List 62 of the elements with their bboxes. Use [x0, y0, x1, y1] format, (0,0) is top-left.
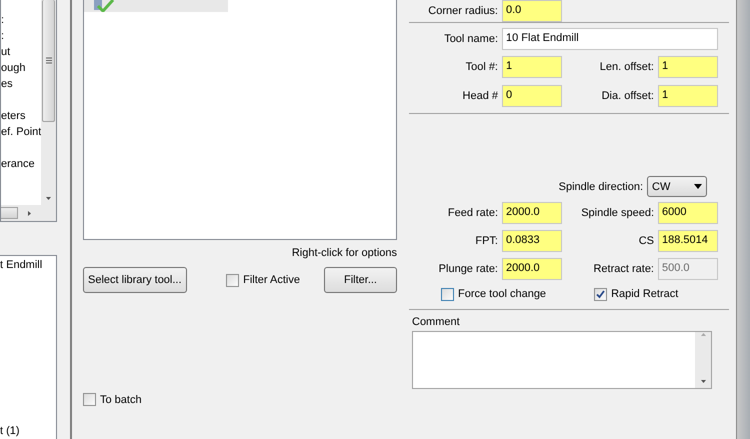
corner-radius-field[interactable]: 0.0	[502, 0, 562, 22]
checkbox[interactable]	[226, 274, 240, 286]
tree-item[interactable]: :	[1, 12, 4, 28]
field-label: Head #	[462, 90, 499, 102]
input-field[interactable]: 1	[658, 56, 718, 78]
input-field[interactable]: 2000.0	[502, 258, 562, 280]
input-field[interactable]: 0	[502, 84, 562, 106]
tree-item[interactable]: ef. Point	[1, 124, 42, 140]
input-field[interactable]: 1	[502, 56, 562, 78]
field-label: Dia. offset:	[600, 90, 655, 102]
field-label: Len. offset:	[598, 60, 655, 72]
scroll-thumb[interactable]	[1, 207, 18, 219]
dropdown-caret-icon	[694, 184, 702, 189]
vertical-scrollbar[interactable]	[41, 0, 56, 205]
tree-item[interactable]: es	[1, 76, 13, 92]
scrollbar[interactable]	[736, 0, 750, 439]
filter-active-label: Filter Active	[243, 274, 300, 286]
comment-field[interactable]	[412, 331, 712, 389]
field-label: Spindle direction:	[558, 180, 644, 192]
operation-item[interactable]: t (1)	[0, 424, 20, 439]
vertical-scrollbar[interactable]	[695, 332, 711, 388]
horizontal-scrollbar[interactable]	[1, 205, 56, 221]
hint-text: Right-click for options	[290, 247, 397, 259]
input-field[interactable]: 2000.0	[502, 202, 562, 224]
grip-icon	[46, 57, 52, 64]
spindle-direction-dropdown[interactable]: CW	[647, 176, 707, 197]
tree-item[interactable]: :	[1, 28, 4, 44]
select-library-tool-button[interactable]: Select library tool...	[83, 267, 187, 293]
filter-button[interactable]: Filter...	[324, 267, 397, 293]
field-label: Spindle speed:	[580, 207, 655, 219]
tree-item[interactable]: ough	[1, 60, 26, 76]
force-tool-change-label: Force tool change	[458, 288, 546, 300]
checkbox[interactable]	[441, 288, 454, 300]
operation-item[interactable]: t Endmill	[0, 258, 42, 273]
input-field[interactable]: 6000	[658, 202, 718, 224]
scroll-right-icon[interactable]	[27, 211, 32, 216]
scroll-down-icon[interactable]	[700, 379, 706, 384]
field-label: Tool #:	[464, 60, 499, 72]
field-label: Feed rate:	[446, 207, 499, 219]
field-label: Tool name:	[443, 33, 499, 45]
checkbox[interactable]	[594, 288, 608, 300]
field-label: Plunge rate:	[438, 263, 499, 275]
field-label: FPT:	[474, 235, 499, 247]
input-field[interactable]: 188.5014	[658, 230, 718, 252]
field-label: CS	[638, 235, 655, 247]
rapid-retract-label: Rapid Retract	[611, 288, 678, 300]
input-field[interactable]: 0.0833	[502, 230, 562, 252]
field-label: Retract rate:	[592, 263, 655, 275]
input-field[interactable]: 1	[658, 84, 718, 106]
tree-item[interactable]: ut	[1, 44, 10, 60]
checkbox[interactable]	[83, 393, 96, 406]
scroll-up-icon[interactable]	[700, 332, 706, 337]
tool-row[interactable]	[84, 0, 228, 12]
field-label: Corner radius:	[427, 5, 499, 17]
comment-label: Comment	[412, 316, 460, 328]
tree-item[interactable]: eters	[1, 92, 26, 124]
to-batch-label: To batch	[100, 394, 142, 406]
check-icon	[94, 0, 116, 12]
tree-item[interactable]: erance	[1, 140, 35, 172]
tool-name-field[interactable]: 10 Flat Endmill	[502, 28, 718, 50]
scroll-thumb[interactable]	[42, 0, 56, 122]
scroll-down-icon[interactable]	[46, 196, 52, 201]
